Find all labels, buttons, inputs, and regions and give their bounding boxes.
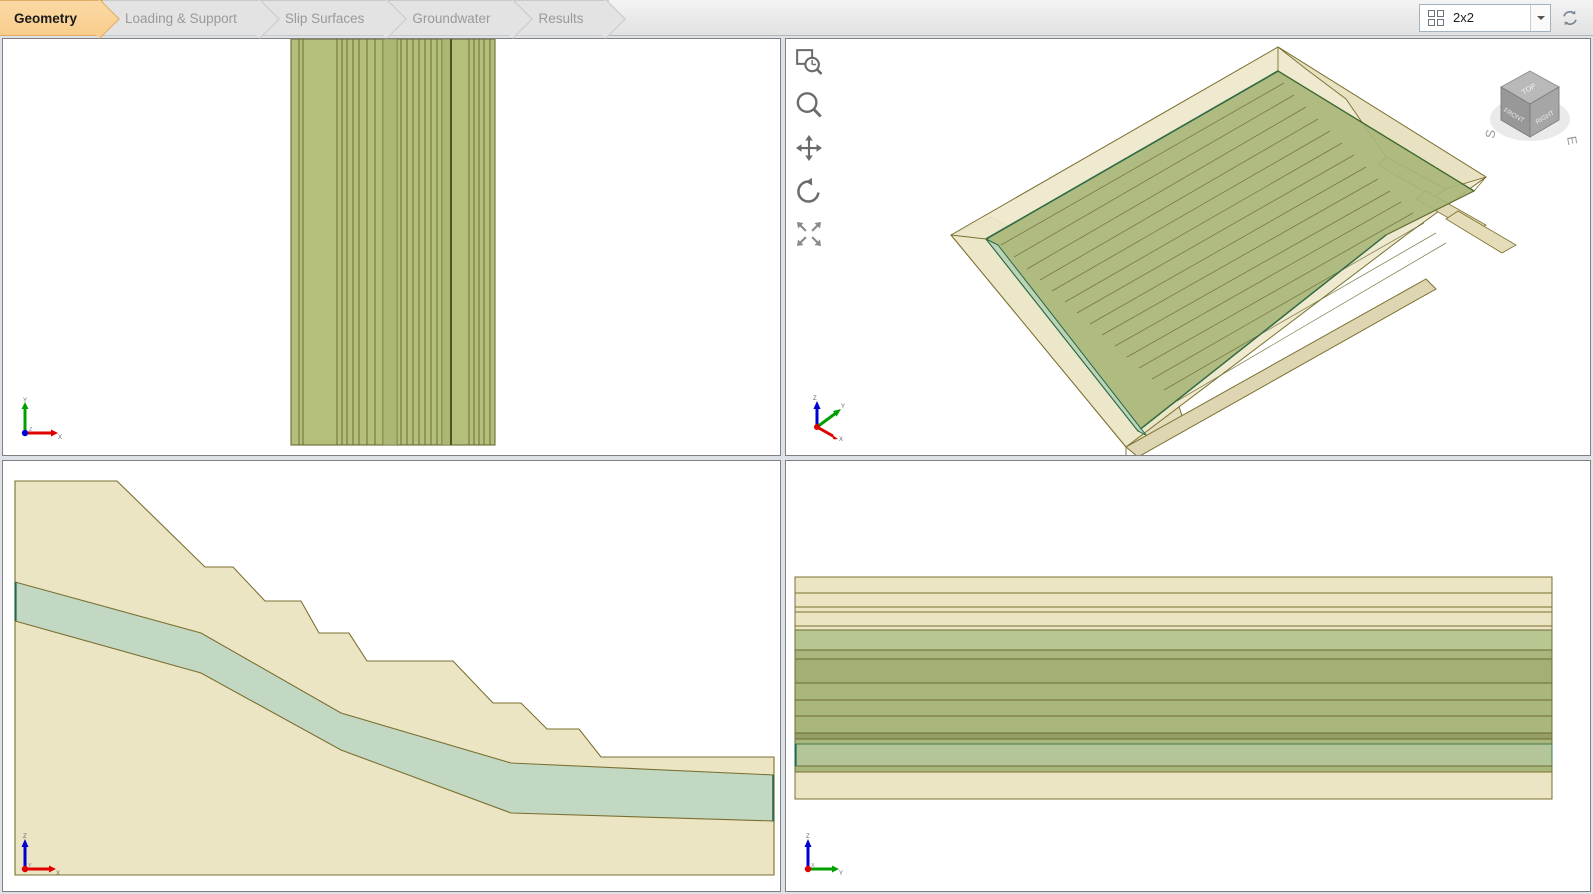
pan-icon[interactable] xyxy=(794,133,824,163)
breadcrumb-step-loading-support[interactable]: Loading & Support xyxy=(103,0,263,36)
chevron-down-icon[interactable] xyxy=(1530,4,1550,31)
viewport-section-front[interactable]: Z X Y xyxy=(2,460,781,892)
svg-text:X: X xyxy=(811,863,815,869)
viewport-section-side[interactable]: Z Y X xyxy=(785,460,1591,892)
viewport-toolbar xyxy=(794,47,824,249)
viewport-3d[interactable]: TOP FRONT RIGHT S E Z Y X xyxy=(785,38,1591,456)
section-side-drawing xyxy=(794,576,1553,800)
breadcrumb-label: Slip Surfaces xyxy=(284,10,365,26)
ribbon-right-controls: 2x2 xyxy=(1409,0,1593,35)
layout-select[interactable]: 2x2 xyxy=(1419,3,1551,32)
svg-text:Z: Z xyxy=(813,396,817,402)
axis-triad-section-front: Z X Y xyxy=(21,834,60,877)
layout-select-value: 2x2 xyxy=(1453,10,1474,25)
layer-bands xyxy=(794,576,1553,800)
breadcrumb-label: Results xyxy=(538,10,584,26)
svg-text:Y: Y xyxy=(841,404,845,410)
axis-triad-3d: Z Y X xyxy=(813,396,845,443)
axis-triad-plan: Y X Z xyxy=(21,398,62,441)
zoom-extents-icon[interactable] xyxy=(794,219,824,249)
svg-text:Z: Z xyxy=(806,834,810,840)
refresh-icon[interactable] xyxy=(1557,5,1583,31)
svg-text:Z: Z xyxy=(23,834,27,840)
breadcrumb-step-groundwater[interactable]: Groundwater xyxy=(390,0,517,36)
plan-view-drawing xyxy=(290,39,496,446)
breadcrumb-step-geometry[interactable]: Geometry xyxy=(0,0,104,36)
model-3d-drawing xyxy=(950,46,1517,455)
zoom-window-icon[interactable] xyxy=(794,47,824,77)
layout-select-face[interactable]: 2x2 xyxy=(1420,5,1530,31)
breadcrumb-label: Geometry xyxy=(14,10,78,26)
viewport-grid: Y X Z TOP FRONT RIGHT S E Z Y X Z X Y Z … xyxy=(0,36,1593,894)
breadcrumb-label: Groundwater xyxy=(412,10,491,26)
section-front-drawing xyxy=(14,480,775,876)
breadcrumb-label: Loading & Support xyxy=(125,10,237,26)
view-cube[interactable]: TOP FRONT RIGHT S E xyxy=(1483,53,1578,163)
rotate-icon[interactable] xyxy=(794,176,824,206)
svg-text:Y: Y xyxy=(23,398,27,404)
svg-text:Y: Y xyxy=(28,863,32,869)
viewport-plan[interactable]: Y X Z xyxy=(2,38,781,456)
grid-2x2-icon xyxy=(1428,9,1444,26)
breadcrumb-step-slip-surfaces[interactable]: Slip Surfaces xyxy=(262,0,391,36)
svg-text:X: X xyxy=(56,871,60,877)
svg-text:Y: Y xyxy=(839,871,843,877)
svg-text:X: X xyxy=(839,437,843,443)
svg-text:X: X xyxy=(58,435,62,441)
breadcrumb: Geometry Loading & Support Slip Surfaces… xyxy=(0,0,610,36)
axis-triad-section-side: Z Y X xyxy=(804,834,843,877)
top-ribbon: Geometry Loading & Support Slip Surfaces… xyxy=(0,0,1593,36)
zoom-icon[interactable] xyxy=(794,90,824,120)
view-cube-compass-east: E xyxy=(1564,135,1578,146)
